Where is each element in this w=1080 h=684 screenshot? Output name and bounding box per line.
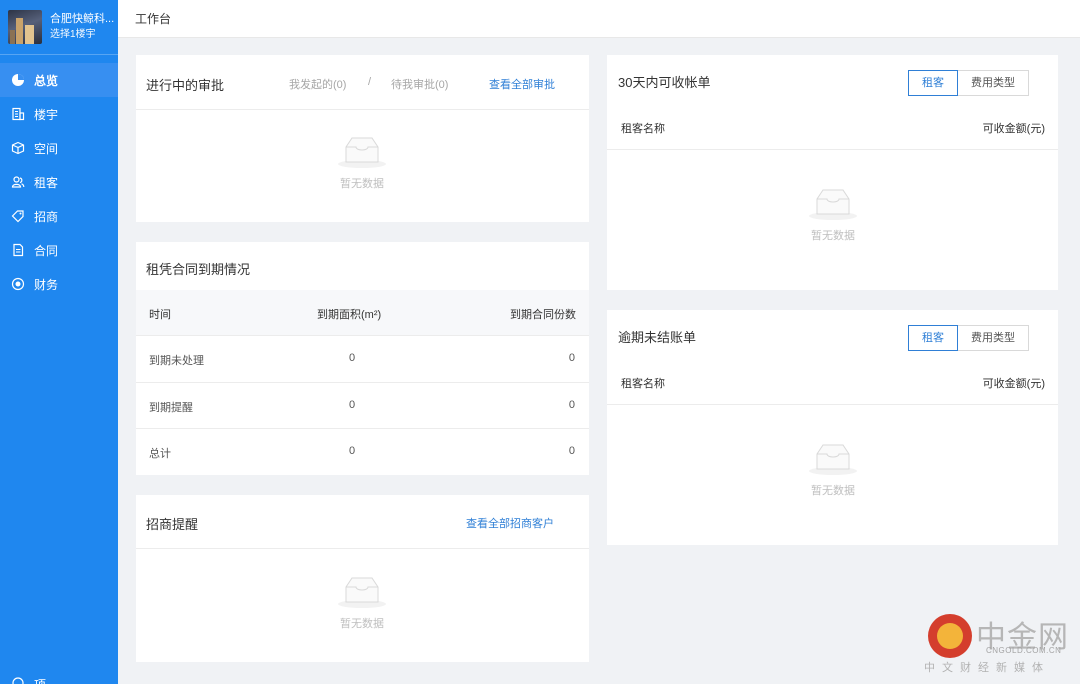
column-header-tenant-name: 租客名称 (621, 123, 665, 135)
sidebar-item-contracts[interactable]: 合同 (0, 233, 118, 267)
leasing-reminder-title: 招商提醒 (146, 517, 199, 532)
empty-text: 暂无数据 (811, 485, 855, 497)
sidebar-item-spaces[interactable]: 空间 (0, 131, 118, 165)
toggle-tenant[interactable]: 租客 (908, 70, 958, 96)
sidebar: 合肥快鲸科... 选择1楼宇 总览 楼宇 空间 租客 招商 合同 财务 (0, 0, 118, 684)
empty-inbox-icon (338, 137, 386, 168)
watermark-tagline: 中文财经新媒体 (924, 662, 1050, 674)
sidebar-item-label: 总览 (34, 73, 59, 88)
tab-pending-my-approval[interactable]: 待我审批(0) (391, 76, 448, 92)
users-icon (11, 176, 25, 188)
row-area: 0 (349, 399, 356, 411)
card-divider (136, 109, 589, 110)
card-divider (607, 404, 1058, 405)
row-area: 0 (349, 352, 356, 364)
empty-state: 暂无数据 (803, 442, 863, 498)
sidebar-collapse-item[interactable]: 项 (11, 676, 71, 684)
toggle-tenant[interactable]: 租客 (908, 325, 958, 351)
approvals-card: 进行中的审批 我发起的(0) / 待我审批(0) 查看全部审批 暂无数据 (136, 55, 589, 222)
table-header: 时间 到期面积(m²) 到期合同份数 (136, 290, 589, 336)
empty-inbox-icon (809, 444, 857, 475)
receivable-title: 30天内可收帐单 (618, 75, 711, 90)
overdue-title: 逾期未结账单 (618, 330, 697, 345)
empty-text: 暂无数据 (340, 178, 384, 190)
leasing-reminder-card: 招商提醒 查看全部招商客户 暂无数据 (136, 495, 589, 662)
tag-icon (11, 210, 24, 223)
view-all-approvals-link[interactable]: 查看全部审批 (489, 76, 555, 92)
contract-expiry-card: 租凭合同到期情况 时间 到期面积(m²) 到期合同份数 到期未处理 0 0 到期… (136, 242, 589, 475)
column-header-amount: 可收金额(元) (982, 123, 1045, 135)
row-label: 总计 (149, 448, 171, 460)
watermark-emblem-icon (928, 614, 972, 658)
overdue-group-toggle: 租客 费用类型 (908, 325, 1029, 351)
empty-inbox-icon (809, 189, 857, 220)
table-row: 总计 0 0 (136, 429, 589, 475)
breadcrumb[interactable]: 工作台 (135, 10, 171, 27)
watermark-url: CNGOLD.COM.CN (986, 646, 1062, 655)
sidebar-item-finance[interactable]: 财务 (0, 267, 118, 301)
row-label: 到期未处理 (149, 355, 204, 367)
sidebar-nav: 总览 楼宇 空间 租客 招商 合同 财务 (0, 63, 118, 301)
empty-text: 暂无数据 (340, 618, 384, 630)
row-count: 0 (568, 445, 575, 457)
toggle-fee-type[interactable]: 费用类型 (958, 70, 1029, 96)
building-switcher[interactable]: 合肥快鲸科... 选择1楼宇 (0, 0, 118, 55)
empty-inbox-icon (338, 577, 386, 608)
column-header-tenant-name: 租客名称 (621, 378, 665, 390)
sidebar-item-label: 楼宇 (34, 107, 59, 122)
sidebar-item-tenants[interactable]: 租客 (0, 165, 118, 199)
top-bar: 工作台 (118, 0, 1080, 38)
receivable-group-toggle: 租客 费用类型 (908, 70, 1029, 96)
row-area: 0 (349, 445, 356, 457)
sidebar-item-label: 招商 (34, 209, 59, 224)
row-count: 0 (568, 399, 575, 411)
receivable-card: 30天内可收帐单 租客 费用类型 租客名称 可收金额(元) 暂无数据 (607, 55, 1058, 290)
empty-state: 暂无数据 (332, 135, 392, 191)
building-name: 合肥快鲸科... (50, 13, 115, 25)
tab-initiated-by-me[interactable]: 我发起的(0) (289, 76, 346, 92)
table-row: 到期提醒 0 0 (136, 383, 589, 429)
cube-icon (11, 141, 25, 155)
row-label: 到期提醒 (149, 402, 193, 414)
empty-state: 暂无数据 (803, 187, 863, 243)
document-icon (13, 243, 24, 257)
collapse-icon (12, 677, 24, 684)
empty-state: 暂无数据 (332, 575, 392, 631)
sidebar-item-overview[interactable]: 总览 (0, 63, 118, 97)
row-count: 0 (568, 352, 575, 364)
table-row: 到期未处理 0 0 (136, 336, 589, 383)
sidebar-item-buildings[interactable]: 楼宇 (0, 97, 118, 131)
tab-separator: / (368, 76, 372, 88)
pie-chart-icon (12, 74, 24, 86)
finance-icon (11, 277, 25, 291)
card-divider (136, 548, 589, 549)
building-thumbnail (8, 10, 42, 44)
sidebar-item-label: 财务 (34, 277, 59, 292)
sidebar-item-label: 租客 (34, 175, 59, 190)
overdue-card: 逾期未结账单 租客 费用类型 租客名称 可收金额(元) 暂无数据 (607, 310, 1058, 545)
card-divider (607, 149, 1058, 150)
column-header-count: 到期合同份数 (510, 309, 576, 321)
empty-text: 暂无数据 (811, 230, 855, 242)
view-all-leads-link[interactable]: 查看全部招商客户 (466, 515, 554, 531)
sidebar-item-label: 合同 (34, 243, 59, 258)
toggle-fee-type[interactable]: 费用类型 (958, 325, 1029, 351)
column-header-time: 时间 (149, 309, 171, 321)
sidebar-collapse-label: 项 (34, 676, 46, 684)
column-header-amount: 可收金额(元) (982, 378, 1045, 390)
contract-expiry-title: 租凭合同到期情况 (146, 262, 251, 277)
column-header-area: 到期面积(m²) (317, 309, 382, 321)
approvals-title: 进行中的审批 (146, 78, 225, 93)
building-select-label[interactable]: 选择1楼宇 (50, 27, 114, 43)
building-icon (12, 107, 25, 121)
watermark-logo: 中金网 CNGOLD.COM.CN 中文财经新媒体 (924, 610, 1074, 674)
sidebar-item-leasing[interactable]: 招商 (0, 199, 118, 233)
sidebar-item-label: 空间 (34, 141, 59, 156)
